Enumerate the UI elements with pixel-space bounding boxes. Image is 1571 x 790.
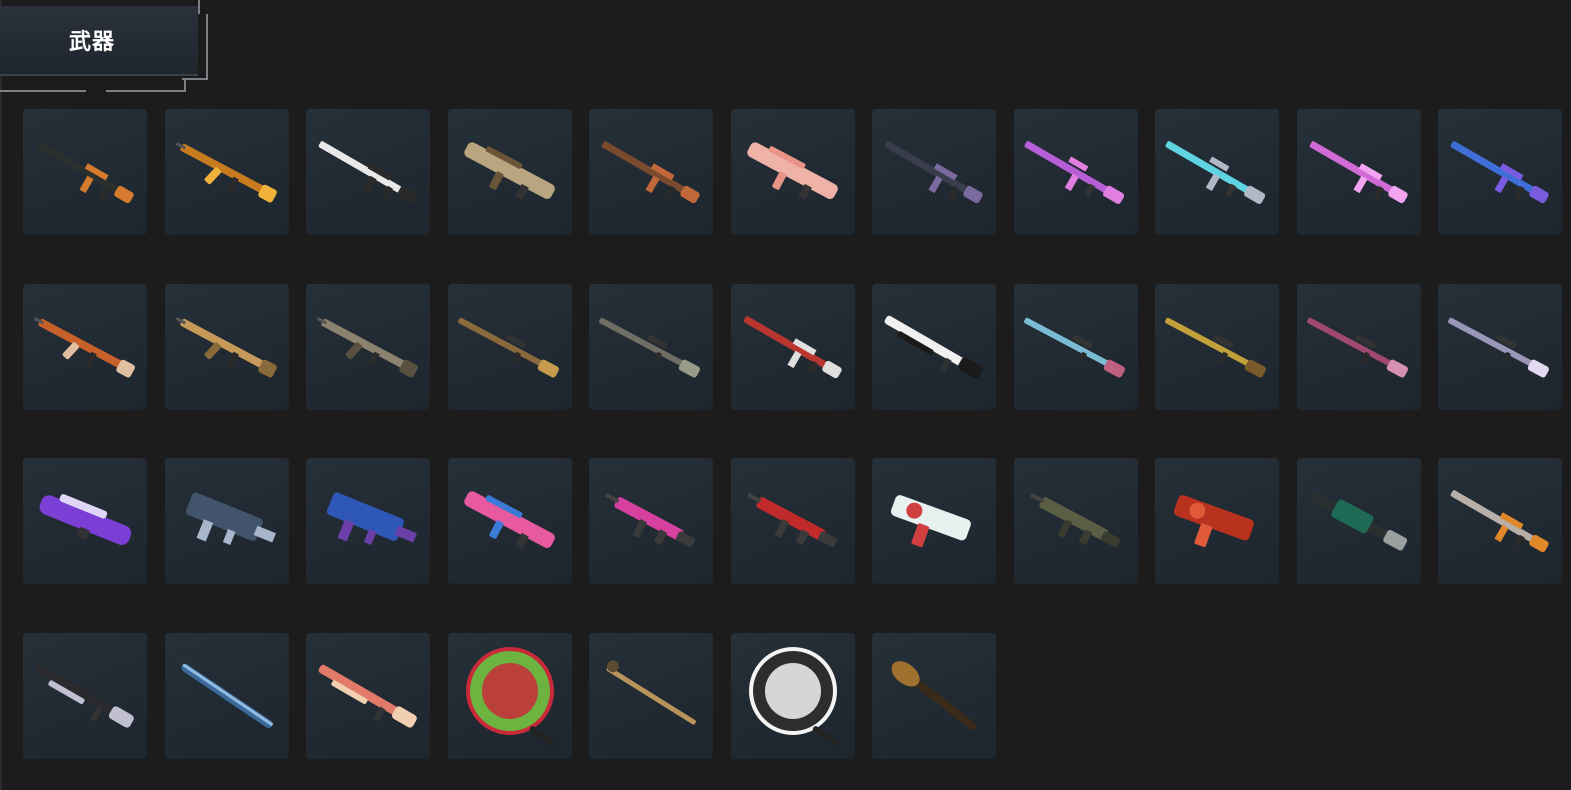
weapon-skin-image (464, 142, 555, 201)
weapon-tile[interactable] (1438, 458, 1562, 584)
weapon-tile[interactable] (306, 633, 430, 759)
weapon-skin-image (884, 315, 983, 379)
weapon-tile[interactable] (23, 633, 147, 759)
weapon-skin-image (185, 492, 276, 545)
weapon-tile[interactable] (1438, 109, 1562, 235)
weapon-skin-image (1309, 141, 1408, 204)
weapon-skin-image (1173, 495, 1254, 548)
weapon-skin-image (747, 493, 838, 548)
weapon-tile[interactable] (306, 284, 430, 410)
weapon-tile[interactable] (306, 458, 430, 584)
weapon-tile[interactable] (306, 109, 430, 235)
weapon-grid (23, 109, 1562, 759)
weapon-skin-image (318, 664, 417, 728)
weapon-tile[interactable] (1014, 458, 1138, 584)
weapon-tile[interactable] (1155, 458, 1279, 584)
weapon-skin-image (1448, 317, 1549, 378)
weapon-skin-image (39, 494, 132, 545)
weapon-skin-image (890, 495, 971, 548)
weapon-tile[interactable] (731, 109, 855, 235)
weapon-skin-image (747, 142, 838, 201)
weapon-skin-image (175, 317, 277, 378)
weapon-tile[interactable] (448, 109, 572, 235)
weapon-skin-image (318, 141, 417, 204)
weapon-tile[interactable] (872, 109, 996, 235)
weapon-skin-image (316, 317, 418, 378)
weapon-skin-image (605, 493, 696, 548)
weapon-skin-image (1030, 493, 1121, 548)
weapon-skin-image (1450, 490, 1549, 553)
weapon-skin-image (606, 660, 696, 725)
weapon-skin-image (33, 317, 135, 378)
weapon-tile[interactable] (589, 109, 713, 235)
weapon-skin-image (599, 317, 700, 378)
weapon-tile[interactable] (731, 284, 855, 410)
weapon-skin-image (175, 142, 277, 203)
weapon-tile[interactable] (448, 284, 572, 410)
weapon-tile[interactable] (448, 458, 572, 584)
weapon-tile[interactable] (1297, 284, 1421, 410)
weapon-tile[interactable] (589, 458, 713, 584)
weapon-skin-image (891, 661, 977, 730)
weapon-tile[interactable] (165, 284, 289, 410)
weapon-skin-image (1024, 141, 1125, 204)
weapon-tile[interactable] (1297, 458, 1421, 584)
weapon-tile[interactable] (165, 633, 289, 759)
weapon-tile[interactable] (589, 633, 713, 759)
weapon-tile[interactable] (165, 109, 289, 235)
weapon-tile[interactable] (872, 458, 996, 584)
weapon-tile[interactable] (731, 458, 855, 584)
weapon-tile[interactable] (872, 284, 996, 410)
weapon-skin-image (884, 141, 983, 204)
weapon-skin-image (1450, 141, 1549, 204)
weapon-skin-image (1024, 317, 1125, 378)
tab-weapons-label: 武器 (68, 30, 115, 55)
weapon-skin-image (1307, 317, 1408, 378)
weapon-skin-image (35, 141, 134, 204)
weapon-skin-image (466, 647, 556, 746)
weapon-tile[interactable] (731, 633, 855, 759)
weapon-tile[interactable] (1438, 284, 1562, 410)
weapon-tile[interactable] (165, 458, 289, 584)
weapon-tile[interactable] (1155, 109, 1279, 235)
weapon-skin-image (458, 317, 559, 378)
weapon-tile[interactable] (872, 633, 996, 759)
weapon-tile[interactable] (589, 284, 713, 410)
left-border (0, 0, 2, 790)
weapon-skin-image (181, 663, 274, 728)
weapon-skin-image (1165, 317, 1266, 378)
weapon-tile[interactable] (448, 633, 572, 759)
weapon-skin-image (601, 141, 700, 204)
weapon-skin-image (743, 316, 842, 379)
weapon-tile[interactable] (23, 109, 147, 235)
tab-weapons[interactable]: 武器 (0, 6, 198, 76)
weapon-tile[interactable] (1297, 109, 1421, 235)
weapon-skin-image (749, 647, 839, 746)
weapon-tile[interactable] (23, 458, 147, 584)
weapon-skin-image (1165, 141, 1266, 204)
weapon-tile[interactable] (1014, 284, 1138, 410)
weapon-tile[interactable] (23, 284, 147, 410)
weapon-skin-image (464, 491, 555, 550)
weapon-skin-image (35, 664, 134, 728)
weapon-tile[interactable] (1155, 284, 1279, 410)
weapon-tile[interactable] (1014, 109, 1138, 235)
weapon-skin-image (1309, 491, 1408, 551)
weapon-skin-image (326, 492, 417, 545)
